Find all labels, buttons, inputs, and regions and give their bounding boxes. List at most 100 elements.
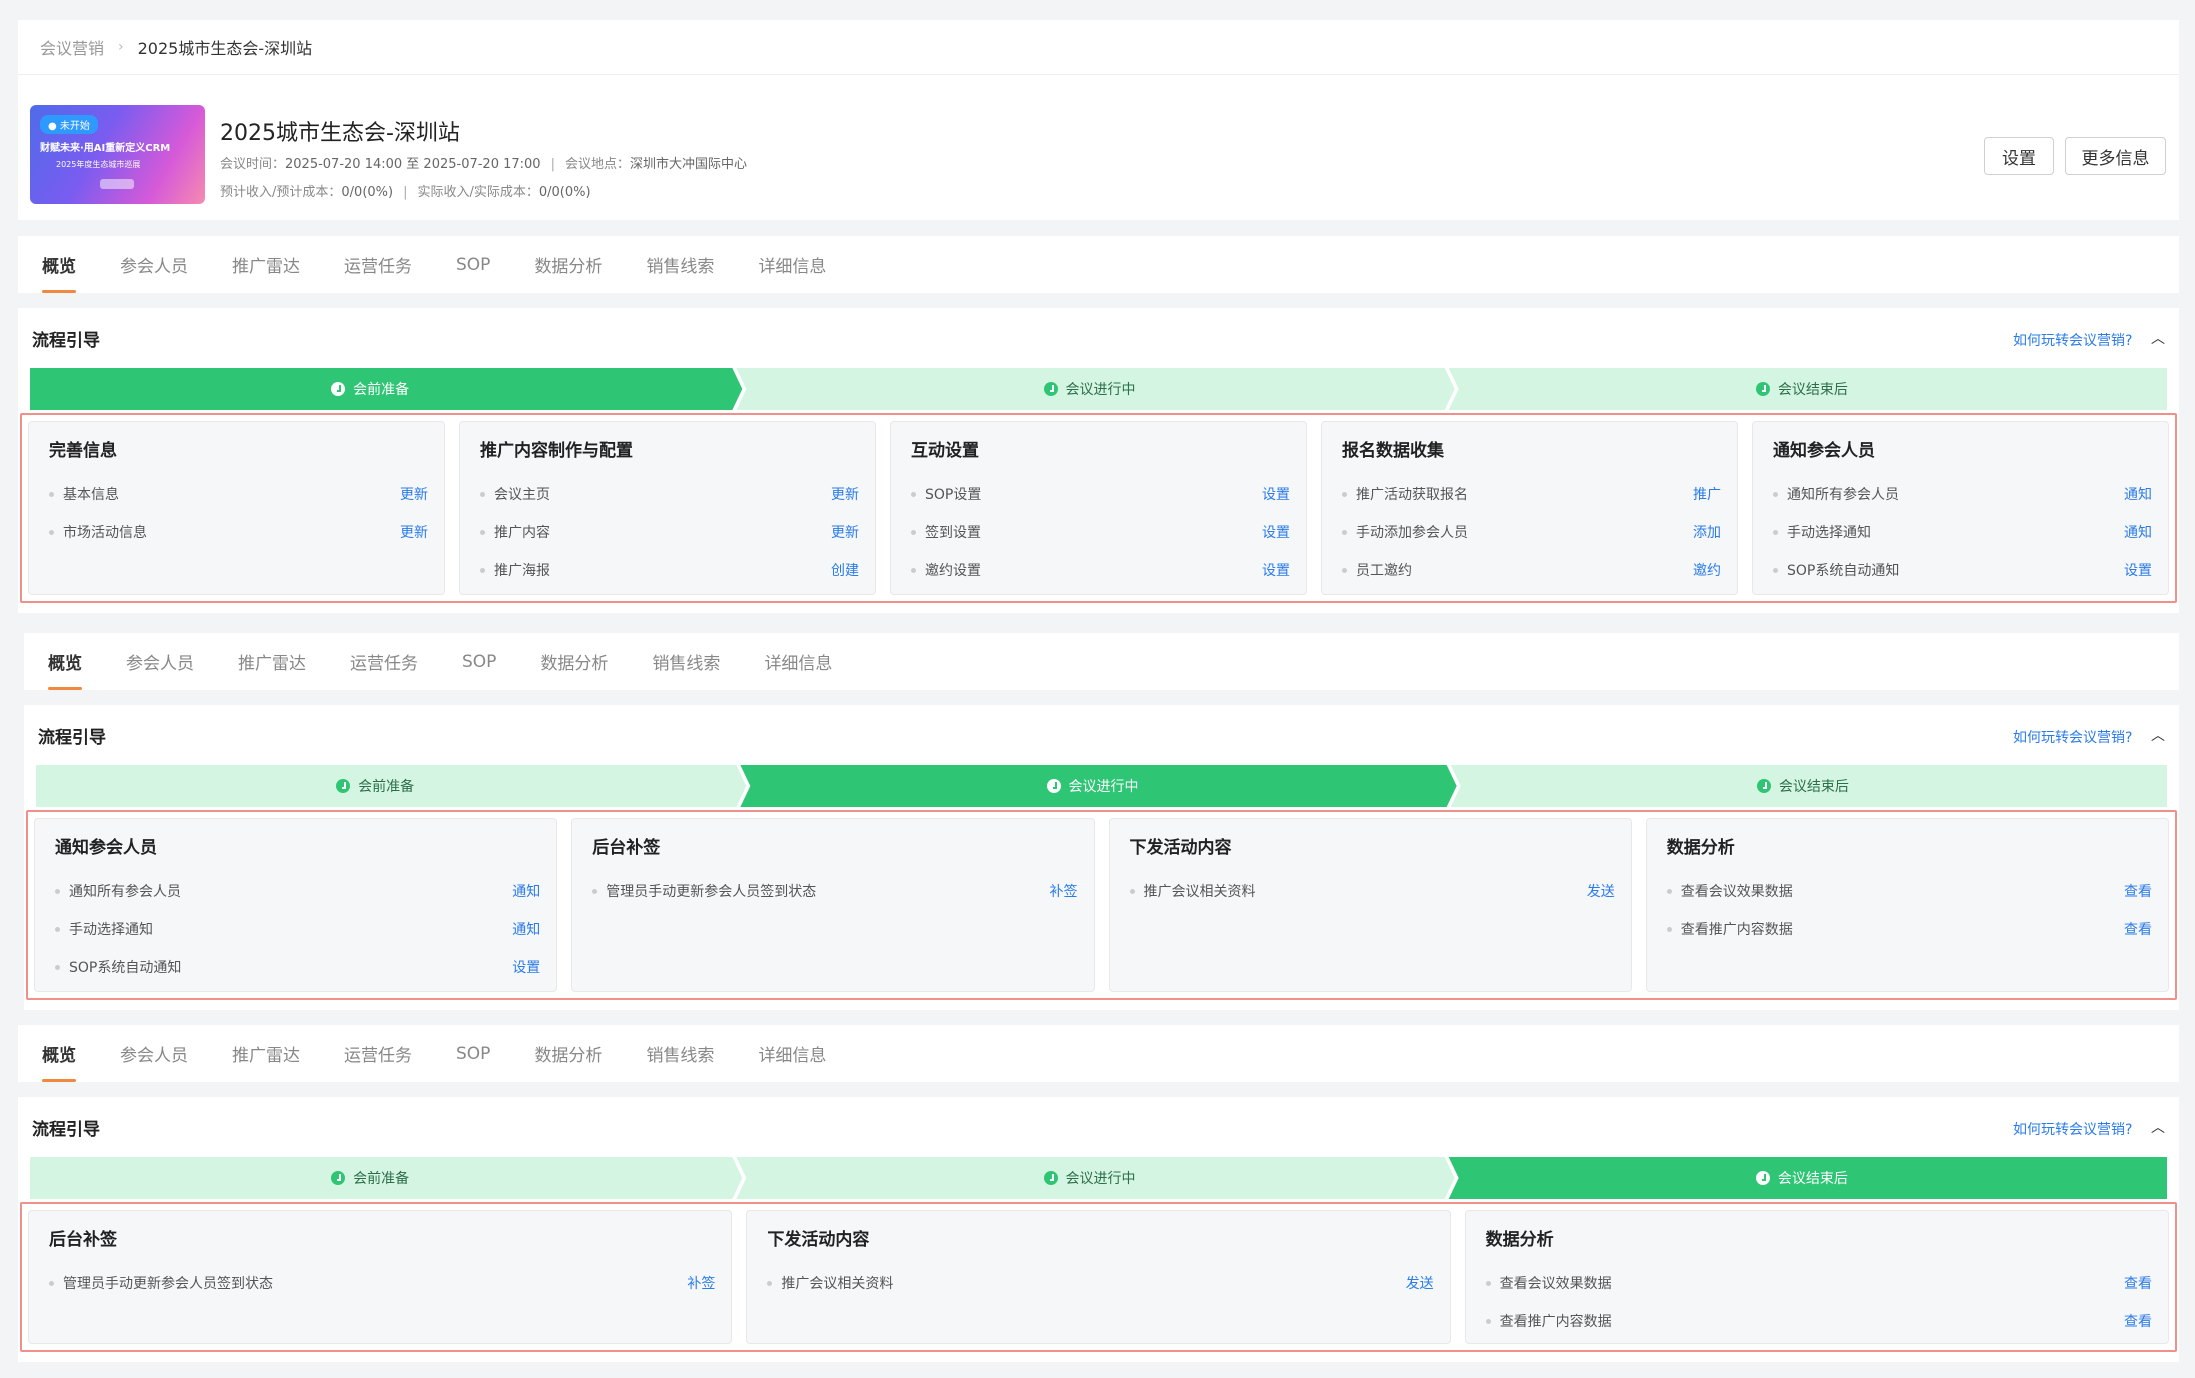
tab-attendees[interactable]: 参会人员: [126, 633, 194, 690]
tab-sales-leads[interactable]: 销售线索: [646, 1025, 714, 1082]
task-label: SOP系统自动通知: [1773, 560, 1899, 580]
task-action-link[interactable]: 发送: [1587, 881, 1615, 901]
tab-sop[interactable]: SOP: [456, 1025, 490, 1082]
tab-overview[interactable]: 概览: [48, 633, 82, 690]
task-label: 手动添加参会人员: [1342, 522, 1468, 542]
step-in-meeting[interactable]: 会议进行中: [1043, 1157, 1136, 1199]
step-post-meeting[interactable]: 会议结束后: [1755, 368, 1848, 410]
step-pre-meeting[interactable]: 会前准备: [336, 765, 414, 807]
clock-icon: [331, 382, 346, 396]
clock-icon: [1755, 382, 1770, 396]
tab-data-analysis[interactable]: 数据分析: [534, 236, 602, 293]
task-card: 后台补签 管理员手动更新参会人员签到状态 补签: [571, 818, 1095, 992]
task-action-link[interactable]: 通知: [2124, 484, 2152, 504]
flow-guide-panel: 流程引导 如何玩转会议营销? ︿ 会前准备 会议进行中 会议结束后 完善信息 基本信息…: [18, 308, 2179, 613]
task-row: 员工邀约 邀约: [1342, 551, 1721, 589]
banner-headline: 财赋未来·用AI重新定义CRM: [40, 143, 171, 154]
task-action-link[interactable]: 通知: [512, 919, 540, 939]
tab-sop[interactable]: SOP: [456, 236, 490, 293]
flow-step-bar: 会前准备 会议进行中 会议结束后: [30, 1157, 2167, 1199]
tab-sop[interactable]: SOP: [462, 633, 496, 690]
step-label: 会前准备: [353, 1171, 410, 1187]
task-action-link[interactable]: 设置: [512, 957, 540, 977]
task-card-title: 下发活动内容: [1129, 838, 1232, 858]
tab-ops-tasks[interactable]: 运营任务: [344, 236, 412, 293]
tab-ops-tasks[interactable]: 运营任务: [350, 633, 418, 690]
tab-attendees[interactable]: 参会人员: [120, 236, 188, 293]
task-action-link[interactable]: 创建: [831, 560, 859, 580]
task-action-link[interactable]: 通知: [2124, 522, 2152, 542]
task-action-link[interactable]: 推广: [1693, 484, 1721, 504]
task-action-link[interactable]: 查看: [2124, 919, 2152, 939]
task-label: 会议主页: [480, 484, 550, 504]
collapse-chevron-icon[interactable]: ︿: [2151, 328, 2165, 348]
task-action-link[interactable]: 发送: [1406, 1273, 1434, 1293]
task-action-link[interactable]: 更新: [831, 484, 859, 504]
tab-promo-radar[interactable]: 推广雷达: [232, 1025, 300, 1082]
step-in-meeting[interactable]: 会议进行中: [1043, 368, 1136, 410]
task-action-link[interactable]: 补签: [1050, 881, 1078, 901]
tab-overview[interactable]: 概览: [42, 1025, 76, 1082]
more-info-button[interactable]: 更多信息: [2065, 137, 2166, 175]
task-action-link[interactable]: 设置: [1262, 522, 1290, 542]
event-location-value: 深圳市大冲国际中心: [629, 157, 747, 172]
step-task-cards: 通知参会人员 通知所有参会人员 通知 手动选择通知 通知 SOP系统自动通知 设…: [26, 810, 2177, 1000]
task-label: 推广内容: [480, 522, 550, 542]
task-action-link[interactable]: 设置: [2124, 560, 2152, 580]
clock-icon: [1046, 779, 1061, 793]
task-label: 推广会议相关资料: [767, 1273, 893, 1293]
step-post-meeting[interactable]: 会议结束后: [1755, 1157, 1848, 1199]
step-pre-meeting[interactable]: 会前准备: [331, 368, 409, 410]
task-row: 基本信息 更新: [49, 475, 428, 513]
tab-sales-leads[interactable]: 销售线索: [652, 633, 720, 690]
task-action-link[interactable]: 添加: [1693, 522, 1721, 542]
event-banner-image: ● 未开始 财赋未来·用AI重新定义CRM 2025年度生态城市巡展: [30, 105, 205, 204]
breadcrumb-current: 2025城市生态会-深圳站: [137, 39, 313, 58]
task-label: 推广会议相关资料: [1130, 881, 1256, 901]
meta-separator: |: [403, 185, 408, 200]
task-action-link[interactable]: 设置: [1262, 484, 1290, 504]
step-post-meeting[interactable]: 会议结束后: [1756, 765, 1849, 807]
task-label: 市场活动信息: [49, 522, 147, 542]
flow-help-link[interactable]: 如何玩转会议营销?: [2013, 1119, 2132, 1139]
tab-data-analysis[interactable]: 数据分析: [540, 633, 608, 690]
step-in-meeting[interactable]: 会议进行中: [1046, 765, 1139, 807]
tab-details[interactable]: 详细信息: [758, 236, 826, 293]
step-pre-meeting[interactable]: 会前准备: [331, 1157, 409, 1199]
tab-overview[interactable]: 概览: [42, 236, 76, 293]
flow-guide-title: 流程引导: [32, 331, 100, 351]
task-row: 查看会议效果数据 查看: [1486, 1264, 2152, 1302]
task-action-link[interactable]: 查看: [2124, 1273, 2152, 1293]
step-task-cards: 完善信息 基本信息 更新 市场活动信息 更新 推广内容制作与配置 会议主页 更新…: [20, 413, 2177, 603]
event-time-label: 会议时间：: [220, 157, 286, 172]
task-action-link[interactable]: 设置: [1262, 560, 1290, 580]
task-card: 报名数据收集 推广活动获取报名 推广 手动添加参会人员 添加 员工邀约 邀约: [1321, 421, 1738, 595]
flow-help-link[interactable]: 如何玩转会议营销?: [2013, 330, 2132, 350]
task-action-link[interactable]: 邀约: [1693, 560, 1721, 580]
settings-button[interactable]: 设置: [1984, 137, 2054, 175]
collapse-chevron-icon[interactable]: ︿: [2151, 725, 2165, 745]
tab-details[interactable]: 详细信息: [764, 633, 832, 690]
collapse-chevron-icon[interactable]: ︿: [2151, 1117, 2165, 1137]
task-card-title: 下发活动内容: [767, 1230, 870, 1250]
task-action-link[interactable]: 更新: [400, 484, 428, 504]
tab-promo-radar[interactable]: 推广雷达: [232, 236, 300, 293]
tab-attendees[interactable]: 参会人员: [120, 1025, 188, 1082]
flow-help-link[interactable]: 如何玩转会议营销?: [2013, 727, 2132, 747]
breadcrumb-parent-link[interactable]: 会议营销: [40, 35, 104, 59]
tab-ops-tasks[interactable]: 运营任务: [344, 1025, 412, 1082]
tab-data-analysis[interactable]: 数据分析: [534, 1025, 602, 1082]
task-action-link[interactable]: 查看: [2124, 1311, 2152, 1331]
tab-sales-leads[interactable]: 销售线索: [646, 236, 714, 293]
task-action-link[interactable]: 查看: [2124, 881, 2152, 901]
tab-promo-radar[interactable]: 推广雷达: [238, 633, 306, 690]
task-action-link[interactable]: 补签: [687, 1273, 715, 1293]
tab-details[interactable]: 详细信息: [758, 1025, 826, 1082]
task-row: 手动选择通知 通知: [1773, 513, 2152, 551]
task-row: SOP系统自动通知 设置: [1773, 551, 2152, 589]
task-action-link[interactable]: 更新: [831, 522, 859, 542]
task-card: 互动设置 SOP设置 设置 签到设置 设置 邀约设置 设置: [890, 421, 1307, 595]
task-action-link[interactable]: 更新: [400, 522, 428, 542]
task-label: 管理员手动更新参会人员签到状态: [592, 881, 816, 901]
task-action-link[interactable]: 通知: [512, 881, 540, 901]
